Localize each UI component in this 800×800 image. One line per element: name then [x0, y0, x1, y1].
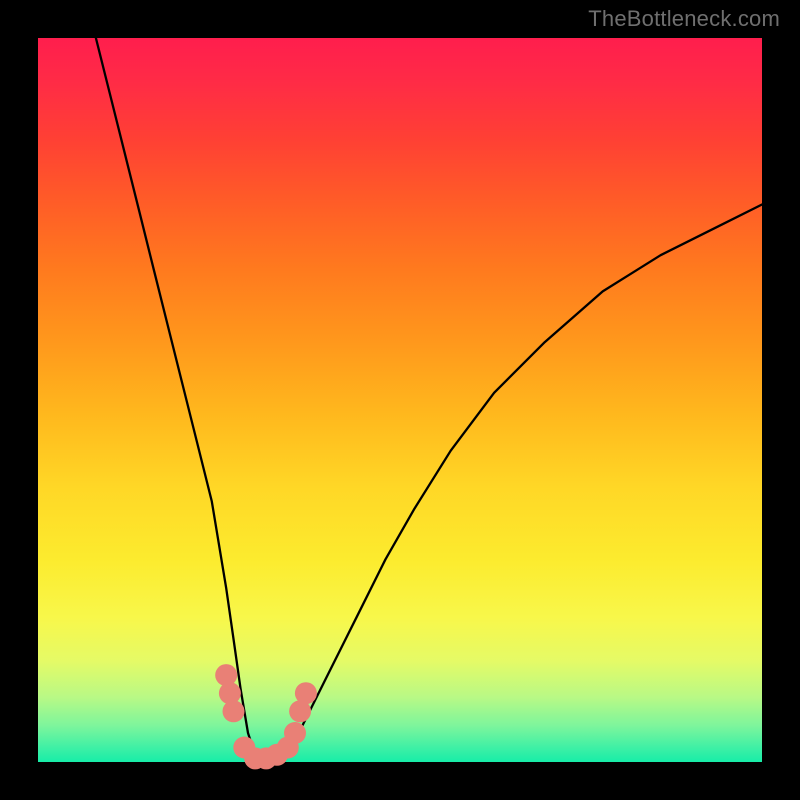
chart-frame: TheBottleneck.com	[0, 0, 800, 800]
curve-layer	[96, 38, 762, 762]
bottleneck-curve	[96, 38, 762, 762]
marker-dot	[295, 682, 317, 704]
marker-dot	[215, 664, 237, 686]
marker-dot	[219, 682, 241, 704]
watermark-text: TheBottleneck.com	[588, 6, 780, 32]
marker-dot	[223, 700, 245, 722]
plot-area	[38, 38, 762, 762]
chart-svg	[38, 38, 762, 762]
marker-layer	[215, 664, 317, 769]
marker-dot	[284, 722, 306, 744]
